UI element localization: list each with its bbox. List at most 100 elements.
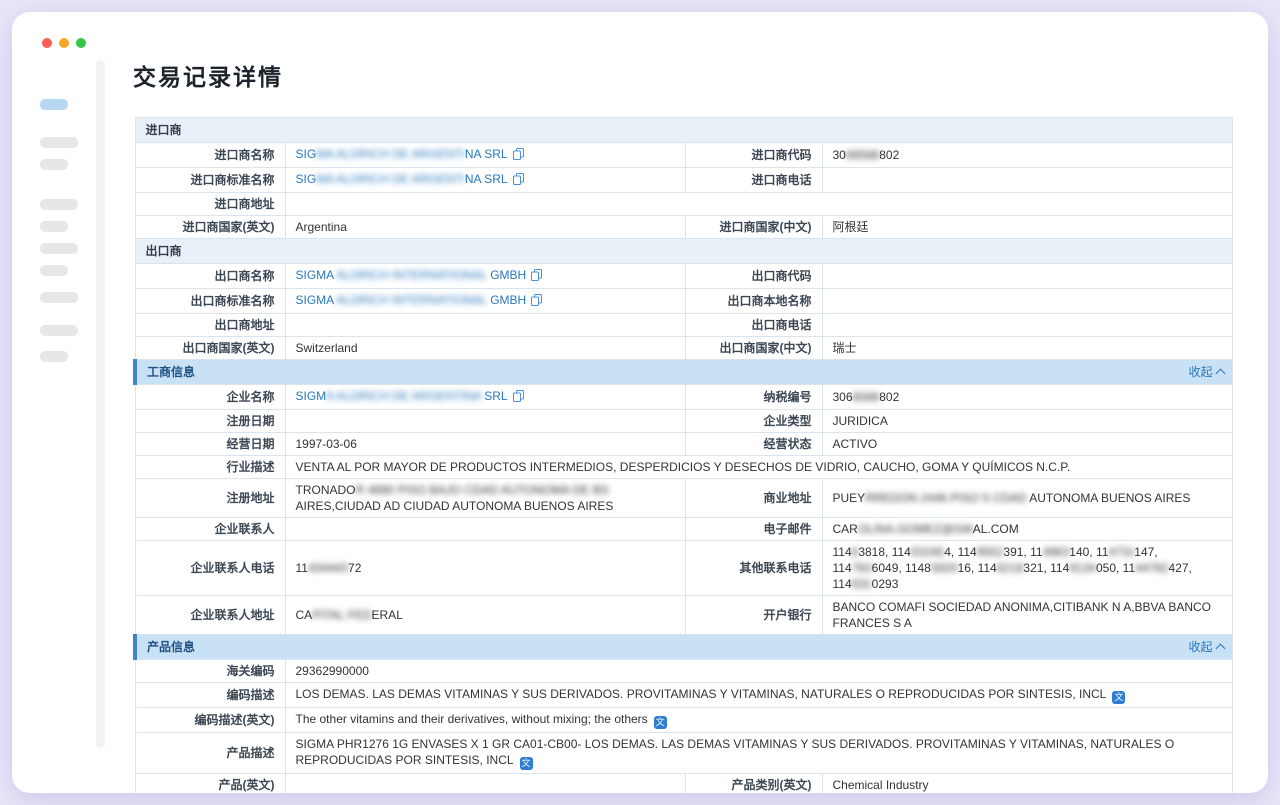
table-row: 出口商标准名称 SIGMA ALDRICH INTERNATIONAL GMBH… [135,289,1232,314]
importer-country-cn-label: 进口商国家(中文) [685,216,822,239]
other-phones-value: 11463818, 114532454, 1149552391, 1149631… [822,541,1232,596]
product-en-label: 产品(英文) [135,774,285,794]
business-address-label: 商业地址 [685,479,822,518]
translate-icon[interactable]: 文 [654,716,667,729]
bank-value: BANCO COMAFI SOCIEDAD ANONIMA,CITIBANK N… [822,596,1232,635]
exporter-std-name-value: SIGMA ALDRICH INTERNATIONAL GMBH [285,289,685,314]
company-name-value: SIGMA ALDRICH DE ARGENTINA SRL [285,385,685,410]
hs-code-label: 海关编码 [135,660,285,683]
code-desc-en-value: The other vitamins and their derivatives… [285,708,1232,733]
operation-date-value: 1997-03-06 [285,433,685,456]
contact-person-value [285,518,685,541]
exporter-section-header: 出口商 [135,239,1232,264]
tax-number-label: 纳税编号 [685,385,822,410]
company-name-link[interactable]: SIGMA ALDRICH DE ARGENTINA SRL [296,389,508,403]
importer-address-value [285,193,1232,216]
window-minimize-button[interactable] [59,38,69,48]
exporter-name-link[interactable]: SIGMA ALDRICH INTERNATIONAL GMBH [296,268,527,282]
hs-code-value: 29362990000 [285,660,1232,683]
copy-icon[interactable] [531,294,542,310]
exporter-std-name-link[interactable]: SIGMA ALDRICH INTERNATIONAL GMBH [296,293,527,307]
company-type-label: 企业类型 [685,410,822,433]
table-row: 出口商名称 SIGMA ALDRICH INTERNATIONAL GMBH 出… [135,264,1232,289]
product-desc-value: SIGMA PHR1276 1G ENVASES X 1 GR CA01-CB0… [285,733,1232,774]
importer-name-link[interactable]: SIGMA ALDRICH DE ARGENTINA SRL [296,147,508,161]
company-name-label: 企业名称 [135,385,285,410]
contact-person-label: 企业联系人 [135,518,285,541]
importer-phone-value [822,168,1232,193]
contact-phone-label: 企业联系人电话 [135,541,285,596]
table-row: 注册日期 企业类型 JURIDICA [135,410,1232,433]
copy-icon[interactable] [531,269,542,285]
other-phones-label: 其他联系电话 [685,541,822,596]
contact-address-value: CAPITAL FEDERAL [285,596,685,635]
importer-country-en-label: 进口商国家(英文) [135,216,285,239]
table-row: 企业联系人地址 CAPITAL FEDERAL 开户银行 BANCO COMAF… [135,596,1232,635]
table-row: 企业联系人 电子邮件 CAROLINA.GOMEZ@GMAL.COM [135,518,1232,541]
exporter-local-name-label: 出口商本地名称 [685,289,822,314]
bank-label: 开户银行 [685,596,822,635]
product-desc-label: 产品描述 [135,733,285,774]
product-section-row: 产品信息 收起 [135,635,1232,660]
register-date-value [285,410,685,433]
copy-icon[interactable] [513,173,524,189]
exporter-country-cn-value: 瑞士 [822,337,1232,360]
collapse-label: 收起 [1189,364,1213,380]
importer-std-name-value: SIGMA ALDRICH DE ARGENTINA SRL [285,168,685,193]
sidebar-scrollbar[interactable] [96,60,105,748]
window-close-button[interactable] [42,38,52,48]
contact-phone-value: 1143444372 [285,541,685,596]
register-date-label: 注册日期 [135,410,285,433]
collapse-business-button[interactable]: 收起 [1189,364,1224,380]
table-row: 出口商地址 出口商电话 [135,314,1232,337]
exporter-name-value: SIGMA ALDRICH INTERNATIONAL GMBH [285,264,685,289]
table-row: 企业联系人电话 1143444372 其他联系电话 11463818, 1145… [135,541,1232,596]
table-row: 出口商国家(英文) Switzerland 出口商国家(中文) 瑞士 [135,337,1232,360]
importer-name-label: 进口商名称 [135,143,285,168]
browser-window: 交易记录详情 进口商 进口商名称 SIGMA ALDRICH DE ARGENT… [12,12,1268,793]
translate-icon[interactable]: 文 [520,757,533,770]
product-desc-text: SIGMA PHR1276 1G ENVASES X 1 GR CA01-CB0… [296,737,1175,767]
copy-icon[interactable] [513,148,524,164]
translate-icon[interactable]: 文 [1112,691,1125,704]
collapse-label: 收起 [1189,639,1213,655]
table-row: 海关编码 29362990000 [135,660,1232,683]
chevron-up-icon [1215,369,1225,379]
table-row: 产品描述 SIGMA PHR1276 1G ENVASES X 1 GR CA0… [135,733,1232,774]
importer-code-value: 3068588802 [822,143,1232,168]
product-category-en-value: Chemical Industry [822,774,1232,794]
company-type-value: JURIDICA [822,410,1232,433]
operation-status-label: 经营状态 [685,433,822,456]
register-address-label: 注册地址 [135,479,285,518]
product-category-en-label: 产品类别(英文) [685,774,822,794]
exporter-country-en-value: Switzerland [285,337,685,360]
exporter-address-value [285,314,685,337]
code-desc-en-label: 编码描述(英文) [135,708,285,733]
window-maximize-button[interactable] [76,38,86,48]
sidebar-skeleton-bar [40,243,78,254]
operation-date-label: 经营日期 [135,433,285,456]
copy-icon[interactable] [513,390,524,406]
business-address-value: PUEYRREDON 2446 PISO 5 CDAD AUTONOMA BUE… [822,479,1232,518]
sidebar-skeleton-bar [40,221,68,232]
code-desc-en-text: The other vitamins and their derivatives… [296,712,648,726]
importer-std-name-link[interactable]: SIGMA ALDRICH DE ARGENTINA SRL [296,172,508,186]
collapse-product-button[interactable]: 收起 [1189,639,1224,655]
email-value: CAROLINA.GOMEZ@GMAL.COM [822,518,1232,541]
detail-table: 进口商 进口商名称 SIGMA ALDRICH DE ARGENTINA SRL… [133,117,1233,793]
main-content: 交易记录详情 进口商 进口商名称 SIGMA ALDRICH DE ARGENT… [133,12,1230,793]
table-row: 进口商名称 SIGMA ALDRICH DE ARGENTINA SRL 进口商… [135,143,1232,168]
product-section-title: 产品信息 [147,639,195,655]
product-en-value [285,774,685,794]
sidebar-skeleton-bar [40,199,78,210]
table-row: 进口商标准名称 SIGMA ALDRICH DE ARGENTINA SRL 进… [135,168,1232,193]
sidebar-skeleton-bar [40,292,78,303]
email-label: 电子邮件 [685,518,822,541]
industry-desc-value: VENTA AL POR MAYOR DE PRODUCTOS INTERMED… [285,456,1232,479]
exporter-name-label: 出口商名称 [135,264,285,289]
sidebar-skeleton-bar-active[interactable] [40,99,68,110]
contact-address-label: 企业联系人地址 [135,596,285,635]
exporter-country-en-label: 出口商国家(英文) [135,337,285,360]
industry-desc-label: 行业描述 [135,456,285,479]
sidebar-skeleton-bar [40,325,78,336]
